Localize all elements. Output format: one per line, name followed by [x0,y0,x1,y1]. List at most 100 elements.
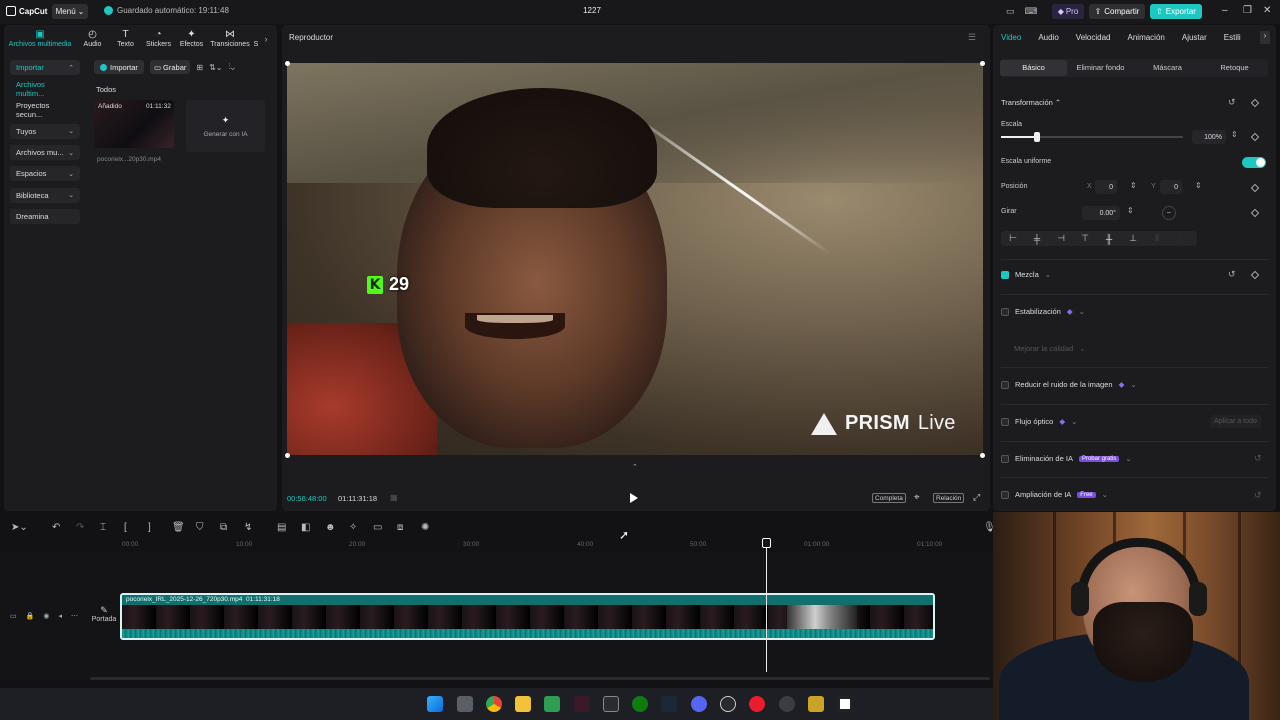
trim-left-icon[interactable]: [ [124,522,127,533]
pos-x-input[interactable]: 0 [1095,180,1117,194]
crop-handle[interactable] [980,61,985,66]
stepper-icon[interactable]: ⇕ [1127,206,1134,215]
layout-icon[interactable]: ▭ [1006,6,1015,17]
person-icon[interactable]: ☻ [325,522,336,533]
split-icon[interactable]: ⌶ [100,522,106,533]
scale-slider-knob[interactable] [1034,132,1040,142]
export-frame-icon[interactable]: ⧈ [397,522,403,533]
crop-handle[interactable] [285,453,290,458]
video-clip[interactable]: pocorielx_IRL_2025-12-26_720p30.mp4 01:1… [120,593,935,640]
cover-button[interactable]: ✎ Portada [90,605,118,623]
record-button[interactable]: ▭ Grabar [149,60,191,74]
transform-heading[interactable]: Transformación ⌃ [1001,98,1061,107]
keyboard-icon[interactable]: ⌨ [1025,6,1038,17]
nav-media-library[interactable]: Archivos mu... ⌄ [10,145,80,161]
align-top-icon[interactable]: ⊤ [1073,233,1097,244]
undo-icon[interactable]: ↶ [52,522,60,533]
subtab-retouch[interactable]: Retoque [1201,60,1268,76]
vs-icon[interactable] [574,696,590,712]
discord-icon[interactable] [691,696,707,712]
tab-speed[interactable]: Velocidad [1076,33,1111,42]
nav-media-files[interactable]: Archivos multim... [10,80,80,98]
sort-icon[interactable]: ⇅⌄ [209,63,222,72]
tab-text[interactable]: T Texto [109,25,142,53]
nav-library[interactable]: Biblioteca ⌄ [10,187,80,203]
speaker-icon[interactable]: ◂ [58,612,62,620]
menu-button[interactable]: Menú ⌄ [52,4,88,19]
subtab-mask[interactable]: Máscara [1134,60,1201,76]
scale-value[interactable]: 100% [1192,130,1226,144]
game-icon[interactable] [808,696,824,712]
grid-view-icon[interactable]: ⊞ [196,63,203,72]
optical-flow-row[interactable]: Flujo óptico ◆ ⌄ [1001,417,1077,426]
tab-stickers[interactable]: ◔ Stickers [142,25,175,53]
tab-effects[interactable]: ✦ Efectos [175,25,208,53]
blend-row[interactable]: Mezcla ⌄ [1001,270,1051,279]
nav-import[interactable]: Importar ⌃ [10,60,80,75]
ai-removal-row[interactable]: Eliminación de IA Probar gratis ⌄ [1001,454,1132,463]
collapse-handle-icon[interactable]: ⌃ [632,463,638,471]
tab-video[interactable]: Video [1001,33,1021,42]
rotate-input[interactable]: 0.00° [1082,206,1120,220]
magic-wand-icon[interactable]: ✧ [349,522,357,533]
obs-icon[interactable] [720,696,736,712]
tab-media[interactable]: ▣ Archivos multimedia [4,25,76,53]
stepper-icon[interactable]: ⇕ [1195,181,1202,190]
apply-all-button[interactable]: Aplicar a todo [1210,415,1261,428]
uniform-scale-toggle[interactable] [1242,157,1266,168]
ai-effect-icon[interactable]: ✺ [421,522,429,533]
file-explorer-icon[interactable] [515,696,531,712]
video-preview[interactable]: K 29 PRISM Live [287,63,983,455]
close-icon[interactable]: ✕ [1263,5,1271,16]
eye-icon[interactable]: ◉ [43,612,49,620]
tab-transitions[interactable]: ⋈ Transiciones [208,25,252,53]
play-icon[interactable] [630,493,638,503]
ai-removal-checkbox[interactable] [1001,454,1009,463]
align-center-v-icon[interactable]: ╫ [1097,234,1121,244]
nav-yours[interactable]: Tuyos ⌄ [10,123,80,139]
tab-more[interactable]: S [252,25,260,53]
capcut-active-icon[interactable] [837,696,853,712]
capcut-taskbar-icon[interactable] [603,696,619,712]
reset-icon[interactable]: ↺ [1254,490,1262,501]
select-tool-icon[interactable]: ➤⌄ [11,522,28,533]
lock-icon[interactable]: 🔒 [26,612,35,620]
minimize-icon[interactable]: – [1222,5,1228,16]
speed-curve-icon[interactable]: ↯ [244,522,252,533]
blend-checkbox[interactable] [1001,270,1009,279]
stabilization-checkbox[interactable] [1001,307,1009,316]
hamburger-icon[interactable]: ☰ [968,32,976,43]
stabilization-row[interactable]: Estabilización ◆ ⌄ [1001,307,1085,316]
reset-icon[interactable]: ↺ [1254,453,1262,464]
aspect-ratio-button[interactable]: Relación [933,493,965,503]
windows-start-icon[interactable] [427,696,443,712]
opera-icon[interactable] [749,696,765,712]
align-bottom-icon[interactable]: ⊥ [1121,233,1145,244]
noise-reduction-checkbox[interactable] [1001,380,1009,389]
track-thumbnail-icon[interactable]: ▭ [10,612,17,620]
ai-upscale-checkbox[interactable] [1001,490,1009,499]
chevron-right-icon[interactable]: › [260,25,272,53]
align-center-h-icon[interactable]: ╪ [1025,234,1049,244]
maximize-icon[interactable]: ❐ [1243,5,1252,16]
fullscreen-icon[interactable]: ⤢ [973,492,980,503]
full-quality-button[interactable]: Completa [872,493,906,503]
ai-upscale-row[interactable]: Ampliación de IA Free ⌄ [1001,490,1108,499]
align-left-icon[interactable]: ⊢ [1001,233,1025,244]
pos-y-input[interactable]: 0 [1160,180,1182,194]
playhead[interactable] [766,538,767,672]
optical-flow-checkbox[interactable] [1001,417,1009,426]
filter-icon[interactable]: ⫶⌄ [228,62,234,72]
focus-icon[interactable]: ⌖ [914,492,920,503]
playhead-handle[interactable] [762,538,771,548]
noise-reduction-row[interactable]: Reducir el ruido de la imagen ◆ ⌄ [1001,380,1137,389]
more-icon[interactable]: ⋯ [71,612,78,620]
share-button[interactable]: ⇪ Compartir [1089,4,1145,19]
reset-icon[interactable]: ↺ [1228,269,1236,280]
tab-adjust[interactable]: Ajustar [1182,33,1207,42]
crop-icon[interactable]: ⧉ [220,522,227,533]
tab-animation[interactable]: Animación [1128,33,1165,42]
task-view-icon[interactable] [457,696,473,712]
delete-icon[interactable]: 🗑 [172,522,185,533]
crop-handle[interactable] [285,61,290,66]
